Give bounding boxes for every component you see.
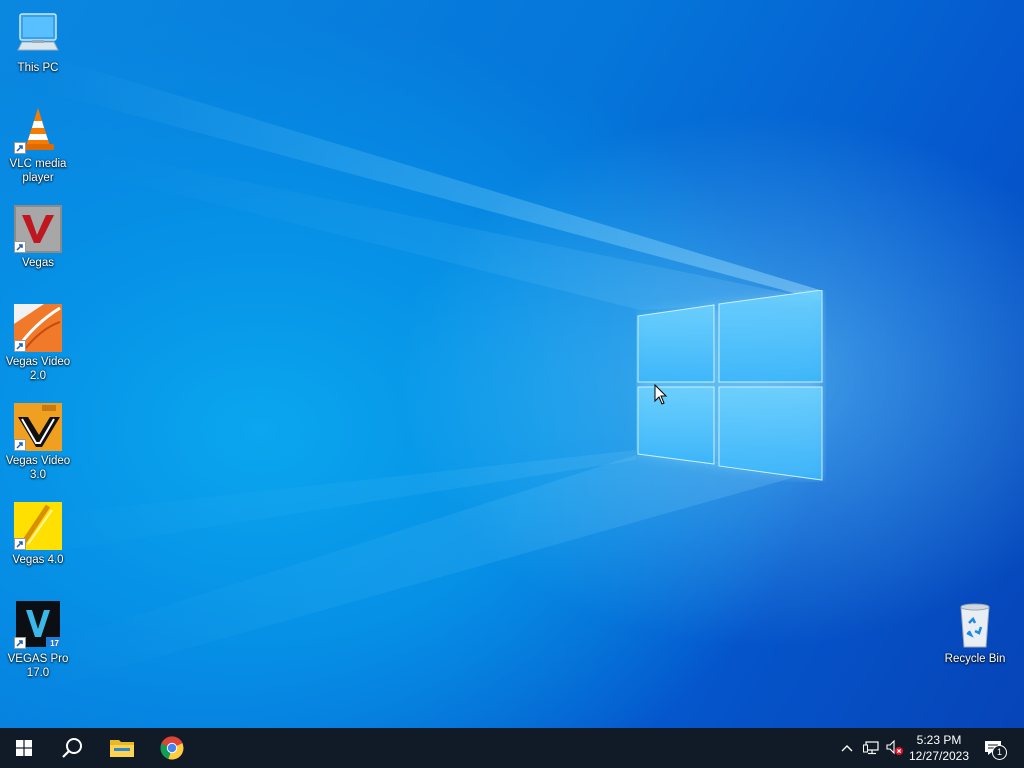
clock-time: 5:23 PM [916, 733, 962, 747]
tray-show-hidden-icons[interactable] [836, 728, 858, 768]
desktop-icon-vegas-video-3[interactable]: Vegas Video 3.0 [0, 403, 76, 482]
version-badge: 17 [50, 639, 59, 648]
vegas-video-3-icon [14, 403, 62, 451]
vegas-video-2-icon [14, 304, 62, 352]
action-center-button[interactable]: 1 [978, 728, 1008, 768]
desktop-icon-vegas[interactable]: Vegas [0, 205, 76, 270]
windows-start-icon [16, 740, 32, 756]
vegas-icon [14, 205, 62, 253]
vlc-icon [14, 106, 62, 154]
desktop-icon-vegas-video-2[interactable]: Vegas Video 2.0 [0, 304, 76, 383]
clock-date: 12/27/2023 [908, 749, 970, 763]
search-icon [62, 738, 82, 758]
wallpaper-light-beams [0, 60, 820, 690]
desktop-icon-this-pc[interactable]: This PC [0, 10, 76, 75]
shortcut-arrow-icon [14, 142, 26, 154]
notification-count-badge: 1 [992, 745, 1007, 760]
desktop-icon-label: VLC media player [9, 158, 67, 184]
tray-network[interactable] [860, 728, 882, 768]
shortcut-arrow-icon [14, 637, 26, 649]
shortcut-arrow-icon [14, 340, 26, 352]
volume-muted-icon [886, 740, 903, 755]
desktop-icon-vegas-4[interactable]: Vegas 4.0 [0, 502, 76, 567]
shortcut-arrow-icon [14, 241, 26, 253]
desktop-icon-label: Vegas Video 2.0 [5, 356, 71, 382]
desktop-icon-label: Vegas 4.0 [12, 554, 64, 566]
desktop-icon-recycle-bin[interactable]: Recycle Bin [937, 601, 1013, 666]
taskbar-file-explorer[interactable] [98, 728, 146, 768]
taskbar: 5:23 PM 12/27/2023 1 [0, 728, 1024, 768]
desktop-icon-label: Recycle Bin [944, 653, 1006, 665]
chrome-icon [160, 736, 184, 760]
search-button[interactable] [48, 728, 96, 768]
tray-volume[interactable] [884, 728, 906, 768]
desktop-icon-vlc[interactable]: VLC media player [0, 106, 76, 185]
desktop-icon-label: Vegas [22, 257, 54, 269]
tray-clock[interactable]: 5:23 PM 12/27/2023 [904, 728, 974, 768]
chevron-up-icon [841, 745, 853, 752]
desktop-icon-vegas-pro-17[interactable]: 17 VEGAS Pro 17.0 [0, 601, 76, 680]
desktop-icon-label: VEGAS Pro 17.0 [7, 653, 69, 679]
taskbar-chrome[interactable] [148, 728, 196, 768]
mouse-cursor-icon [654, 384, 668, 405]
desktop-icon-label: This PC [17, 62, 59, 74]
this-pc-icon [14, 10, 62, 58]
shortcut-arrow-icon [14, 538, 26, 550]
start-button[interactable] [0, 728, 48, 768]
file-explorer-icon [110, 740, 134, 757]
recycle-bin-icon [951, 601, 999, 649]
network-icon [863, 741, 879, 755]
vegas-4-icon [14, 502, 62, 550]
desktop-icon-label: Vegas Video 3.0 [5, 455, 71, 481]
shortcut-arrow-icon [14, 439, 26, 451]
vegas-pro-17-icon: 17 [14, 601, 62, 649]
desktop[interactable]: This PC VLC media player Vegas Vegas Vid… [0, 0, 1024, 728]
